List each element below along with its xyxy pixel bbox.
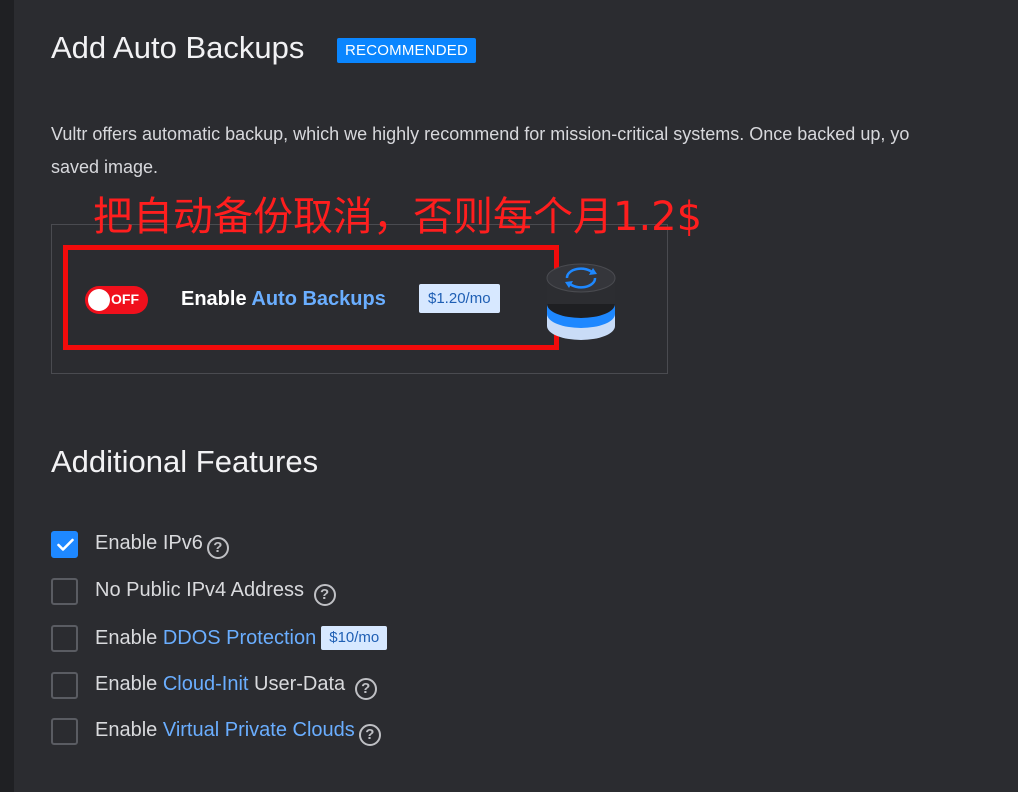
help-icon[interactable]: ? [313, 584, 336, 606]
vpc-label-prefix: Enable [95, 719, 163, 741]
vpc-checkbox[interactable] [51, 718, 78, 745]
enable-label-prefix: Enable [181, 288, 252, 310]
virtual-private-clouds-link[interactable]: Virtual Private Clouds [163, 719, 355, 741]
ddos-checkbox[interactable] [51, 625, 78, 652]
ddos-label: Enable DDOS Protection $10/mo [95, 626, 388, 650]
auto-backup-toggle[interactable]: OFF [85, 286, 148, 314]
auto-backups-link[interactable]: Auto Backups [251, 288, 385, 310]
ddos-protection-link[interactable]: DDOS Protection [163, 627, 316, 649]
toggle-knob [88, 289, 110, 311]
help-icon[interactable]: ? [358, 724, 381, 746]
red-annotation-text: 把自动备份取消，否则每个月1.2$ [93, 194, 703, 240]
enable-auto-backups-label: Enable Auto Backups [181, 288, 386, 311]
check-icon [57, 538, 74, 551]
backup-price-badge: $1.20/mo [419, 284, 500, 313]
backup-disk-icon [546, 263, 616, 340]
toggle-state-label: OFF [111, 291, 139, 307]
ipv6-label: Enable IPv6? [95, 532, 229, 559]
cloud-init-label-suffix: User-Data [248, 673, 346, 695]
auto-backups-title: Add Auto Backups [51, 30, 305, 65]
help-icon[interactable]: ? [354, 678, 377, 700]
description-line-2: saved image. [51, 157, 159, 177]
cloud-init-label: Enable Cloud-Init User-Data ? [95, 673, 377, 700]
recommended-badge: RECOMMENDED [337, 38, 477, 63]
no-public-ipv4-label: No Public IPv4 Address ? [95, 579, 336, 606]
cloud-init-checkbox[interactable] [51, 672, 78, 699]
ipv6-checkbox[interactable] [51, 531, 78, 558]
ipv6-label-text: Enable IPv6 [95, 532, 203, 554]
help-icon[interactable]: ? [206, 537, 229, 559]
ddos-label-prefix: Enable [95, 627, 163, 649]
description-line-1: Vultr offers automatic backup, which we … [51, 124, 910, 144]
backups-description: Vultr offers automatic backup, which we … [51, 118, 1018, 184]
cloud-init-label-prefix: Enable [95, 673, 163, 695]
no-public-ipv4-label-text: No Public IPv4 Address [95, 579, 304, 601]
no-public-ipv4-checkbox[interactable] [51, 578, 78, 605]
cloud-init-link[interactable]: Cloud-Init [163, 673, 249, 695]
left-edge-strip [0, 0, 14, 792]
ddos-price-badge: $10/mo [321, 626, 388, 650]
vpc-label: Enable Virtual Private Clouds? [95, 719, 381, 746]
additional-features-title: Additional Features [51, 444, 319, 479]
